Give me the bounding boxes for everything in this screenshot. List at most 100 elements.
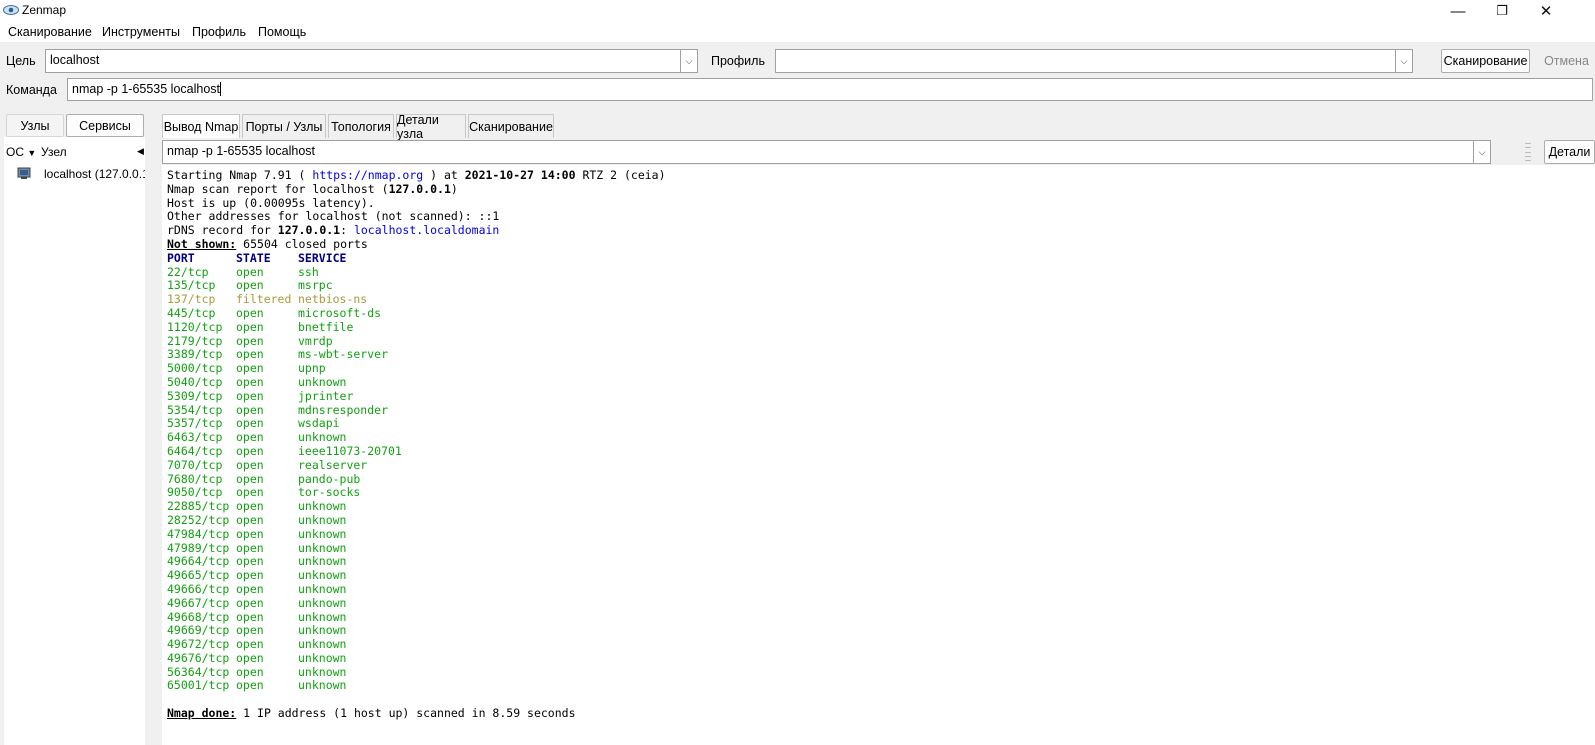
port-port: 49665/tcp <box>167 568 230 583</box>
port-service: unknown <box>298 581 347 596</box>
tab-ports-hosts[interactable]: Порты / Узлы <box>242 114 326 138</box>
port-state: open <box>236 430 264 445</box>
port-row: 1120/tcp open bnetfile <box>162 319 1595 335</box>
tab-topology[interactable]: Топология <box>328 114 394 138</box>
port-service: tor-socks <box>298 485 361 500</box>
tab-host-details[interactable]: Детали узла <box>396 113 466 141</box>
port-port: 7680/tcp <box>167 471 223 486</box>
host-row[interactable]: localhost (127.0.0.1 <box>4 164 145 184</box>
port-service: mdnsresponder <box>298 402 389 417</box>
port-state: open <box>236 499 264 514</box>
column-os[interactable]: ОС ▼ <box>6 145 36 159</box>
port-port: 49667/tcp <box>167 595 230 610</box>
nmap-output[interactable]: Starting Nmap 7.91 ( https://nmap.org ) … <box>162 165 1595 745</box>
maximize-button[interactable]: ❐ <box>1480 0 1524 22</box>
nmap-link[interactable]: https://nmap.org <box>312 168 423 182</box>
port-service: unknown <box>298 595 347 610</box>
port-port: 5040/tcp <box>167 374 223 389</box>
port-state: open <box>236 347 264 362</box>
hosts-button[interactable]: Узлы <box>6 114 64 137</box>
port-state: open <box>236 485 264 500</box>
menu-help[interactable]: Помощь <box>258 25 306 39</box>
port-service: ieee11073-20701 <box>298 443 402 458</box>
output-line: Not shown: 65504 closed ports <box>167 236 368 251</box>
profile-combobox[interactable]: ⌵ <box>775 49 1413 73</box>
target-label: Цель <box>6 54 36 68</box>
target-combobox[interactable]: localhost ⌵ <box>45 49 698 73</box>
port-port: 5309/tcp <box>167 388 223 403</box>
port-row: 47984/tcp open unknown <box>162 526 1595 542</box>
minimize-button[interactable]: — <box>1436 0 1480 22</box>
column-host[interactable]: Узел <box>41 145 67 159</box>
profile-label: Профиль <box>711 54 765 68</box>
port-state: open <box>236 568 264 583</box>
port-row: 28252/tcp open unknown <box>162 512 1595 528</box>
grip-icon <box>1525 143 1531 161</box>
scan-button[interactable]: Сканирование <box>1441 49 1530 73</box>
menu-scan[interactable]: Сканирование <box>8 25 92 39</box>
port-port: 65001/tcp <box>167 678 230 693</box>
port-service: unknown <box>298 623 347 638</box>
port-service: unknown <box>298 609 347 624</box>
sort-left-icon: ◀ <box>137 146 144 156</box>
port-state: open <box>236 526 264 541</box>
port-state: open <box>236 416 264 431</box>
port-row: 49665/tcp open unknown <box>162 568 1595 583</box>
port-row: 5309/tcp open jprinter <box>162 388 1595 404</box>
port-service: ms-wbt-server <box>298 347 389 362</box>
command-input[interactable]: nmap -p 1-65535 localhost​ <box>67 78 1593 101</box>
port-row: 3389/tcp open ms-wbt-server <box>162 347 1595 362</box>
port-service: netbios-ns <box>298 292 368 307</box>
port-state: open <box>236 388 264 403</box>
services-button[interactable]: Сервисы <box>66 114 144 137</box>
chevron-down-icon[interactable]: ⌵ <box>1473 141 1490 163</box>
close-button[interactable]: ✕ <box>1524 0 1568 22</box>
port-row: 49667/tcp open unknown <box>162 595 1595 611</box>
menu-bar: Сканирование Инструменты Профиль Помощь <box>0 22 1595 42</box>
port-state: open <box>236 374 264 389</box>
port-port: 1120/tcp <box>167 319 223 334</box>
port-port: 445/tcp <box>167 305 216 320</box>
host-list-header: ОС ▼ Узел ◀ <box>4 143 145 163</box>
port-service: unknown <box>298 430 347 445</box>
tab-scans[interactable]: Сканирование <box>468 114 554 138</box>
output-line: Host is up (0.00095s latency). <box>167 195 375 210</box>
port-state: open <box>236 595 264 610</box>
port-state: open <box>236 623 264 638</box>
port-row: 2179/tcp open vmrdp <box>162 333 1595 349</box>
port-service: jprinter <box>298 388 354 403</box>
port-service: unknown <box>298 499 347 514</box>
port-state: open <box>236 457 264 472</box>
port-row: 445/tcp open microsoft-ds <box>162 305 1595 321</box>
port-service: unknown <box>298 568 347 583</box>
command-value: nmap -p 1-65535 localhost <box>72 82 221 96</box>
port-service: unknown <box>298 374 347 389</box>
col-port: PORT <box>167 250 195 265</box>
command-label: Команда <box>6 83 57 97</box>
menu-profile[interactable]: Профиль <box>192 25 246 39</box>
details-button[interactable]: Детали <box>1544 140 1595 164</box>
port-service: unknown <box>298 512 347 527</box>
port-port: 5354/tcp <box>167 402 223 417</box>
port-service: unknown <box>298 540 347 555</box>
menu-tools[interactable]: Инструменты <box>102 25 180 39</box>
port-row: 49666/tcp open unknown <box>162 581 1595 597</box>
chevron-down-icon[interactable]: ⌵ <box>1395 50 1412 72</box>
port-row: 137/tcp filtered netbios-ns <box>162 292 1595 307</box>
port-service: vmrdp <box>298 333 333 348</box>
tab-nmap-output[interactable]: Вывод Nmap <box>162 114 240 138</box>
output-command-combobox[interactable]: nmap -p 1-65535 localhost ⌵ <box>162 140 1491 164</box>
port-service: unknown <box>298 650 347 665</box>
port-port: 2179/tcp <box>167 333 223 348</box>
cancel-button[interactable]: Отмена <box>1540 49 1593 73</box>
title-bar: Zenmap — ❐ ✕ <box>0 0 1595 22</box>
chevron-down-icon[interactable]: ⌵ <box>680 50 697 72</box>
port-service: unknown <box>298 554 347 569</box>
port-state: open <box>236 609 264 624</box>
port-state: open <box>236 540 264 555</box>
port-port: 49672/tcp <box>167 637 230 652</box>
port-state: open <box>236 333 264 348</box>
port-table-header: PORT STATE SERVICE <box>162 250 1595 266</box>
port-port: 6463/tcp <box>167 430 223 445</box>
